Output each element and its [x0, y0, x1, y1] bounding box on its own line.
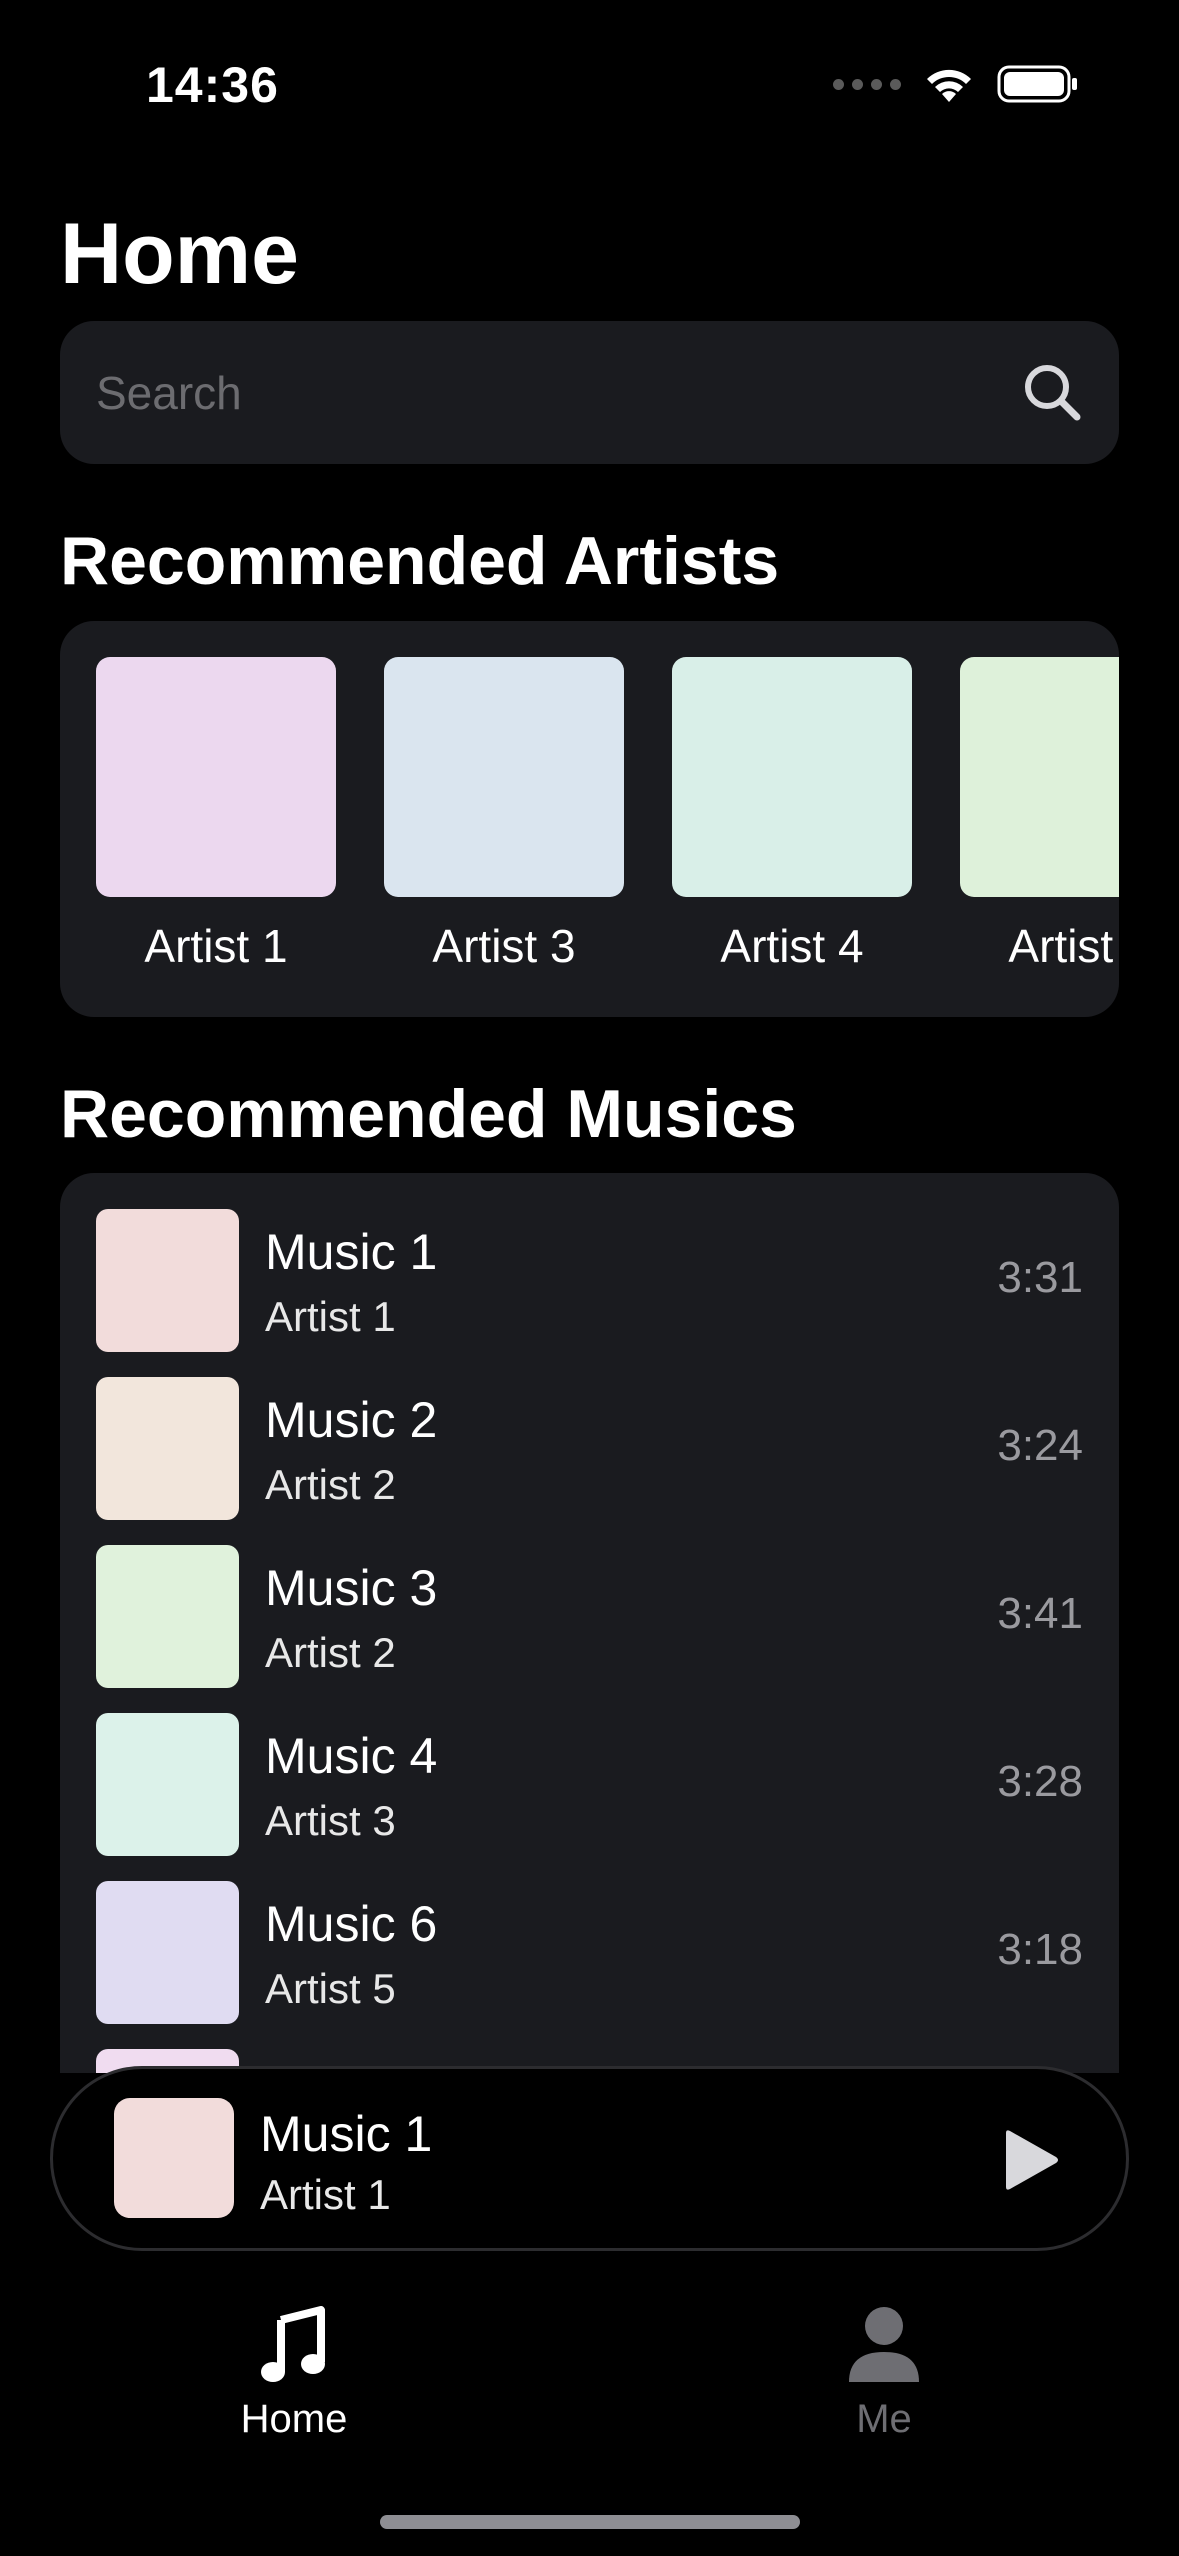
- music-title: Music 3: [265, 1560, 438, 1616]
- music-duration: 3:28: [997, 1757, 1083, 1806]
- music-thumbnail: [96, 1713, 239, 1856]
- artist-name: Artist 5: [1008, 920, 1119, 972]
- page-title: Home: [60, 206, 299, 302]
- now-playing-artist: Artist 1: [260, 2171, 391, 2218]
- artist-item[interactable]: Artist 3: [384, 657, 624, 973]
- music-artist: Artist 5: [265, 1965, 396, 2012]
- music-row[interactable]: Music 3 Artist 2 3:41: [96, 1545, 1083, 1688]
- section-title-musics: Recommended Musics: [60, 1076, 797, 1152]
- music-thumbnail: [96, 1881, 239, 2024]
- section-title-artists: Recommended Artists: [60, 523, 780, 599]
- music-thumbnail: [96, 1545, 239, 1688]
- tab-home-label: Home: [240, 2397, 348, 2441]
- music-thumbnail: [96, 1209, 239, 1352]
- battery-icon: [997, 65, 1077, 103]
- artist-name: Artist 1: [144, 920, 288, 972]
- search-input[interactable]: [96, 321, 996, 464]
- tab-me-label: Me: [856, 2397, 912, 2441]
- music-thumbnail: [96, 1377, 239, 1520]
- artist-thumbnail: [96, 657, 336, 897]
- music-duration: 3:31: [997, 1253, 1083, 1302]
- music-row[interactable]: Music 1 Artist 1 3:31: [96, 1209, 1083, 1352]
- status-time: 14:36: [146, 57, 279, 113]
- music-title: Music 6: [265, 1896, 438, 1952]
- artists-carousel[interactable]: Artist 1 Artist 3 Artist 4 Artist 5: [60, 621, 1119, 1017]
- artist-thumbnail: [960, 657, 1119, 897]
- artist-item[interactable]: Artist 1: [96, 657, 336, 973]
- music-duration: 3:41: [997, 1589, 1083, 1638]
- artist-name: Artist 4: [720, 920, 864, 972]
- music-title: Music 4: [265, 1728, 438, 1784]
- artist-thumbnail: [384, 657, 624, 897]
- music-artist: Artist 2: [265, 1629, 396, 1676]
- artist-item[interactable]: Artist 5: [960, 657, 1119, 973]
- artist-name: Artist 3: [432, 920, 576, 972]
- person-icon: [849, 2307, 919, 2382]
- artist-item[interactable]: Artist 4: [672, 657, 912, 973]
- cellular-signal-icon: [833, 78, 901, 90]
- music-row[interactable]: Music 6 Artist 5 3:18: [96, 1881, 1083, 2024]
- now-playing-title: Music 1: [260, 2106, 433, 2162]
- music-note-icon: [261, 2306, 325, 2382]
- music-row[interactable]: Music 4 Artist 3 3:28: [96, 1713, 1083, 1856]
- wifi-icon: [927, 69, 971, 102]
- status-indicators: [833, 64, 1079, 104]
- music-list[interactable]: Music 1 Artist 1 3:31 Music 2 Artist 2 3…: [60, 1173, 1119, 2073]
- artist-thumbnail: [672, 657, 912, 897]
- music-duration: 3:24: [997, 1421, 1083, 1470]
- home-indicator: [380, 2515, 800, 2529]
- music-artist: Artist 1: [265, 1293, 396, 1340]
- now-playing-thumbnail: [114, 2098, 234, 2218]
- music-artist: Artist 2: [265, 1461, 396, 1508]
- tab-me[interactable]: Me: [764, 2300, 1004, 2442]
- play-icon[interactable]: [996, 2127, 1062, 2193]
- mini-player[interactable]: Music 1 Artist 1: [50, 2066, 1129, 2251]
- music-row[interactable]: Music 2 Artist 2 3:24: [96, 1377, 1083, 1520]
- music-artist: Artist 3: [265, 1797, 396, 1844]
- music-duration: 3:18: [997, 1925, 1083, 1974]
- music-title: Music 1: [265, 1224, 438, 1280]
- search-icon[interactable]: [1021, 361, 1083, 423]
- search-bar[interactable]: [60, 321, 1119, 464]
- music-title: Music 2: [265, 1392, 438, 1448]
- tab-home[interactable]: Home: [174, 2300, 414, 2442]
